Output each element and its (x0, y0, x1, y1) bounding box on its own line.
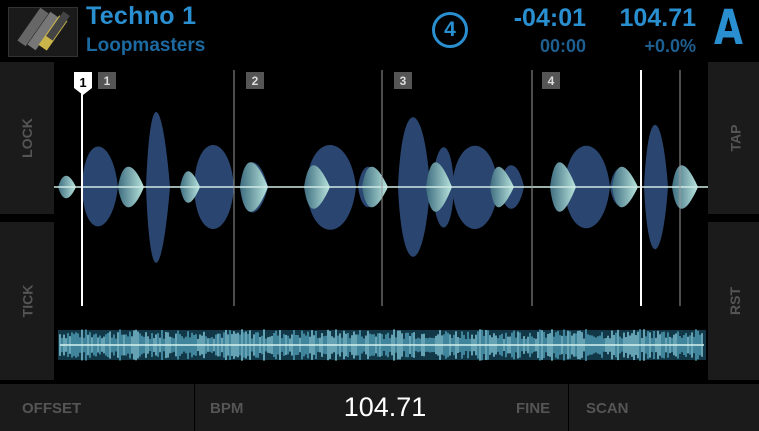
beat-labels: 1 2 3 4 (98, 72, 560, 89)
tap-label: TAP (727, 124, 743, 152)
pitch-value: +0.0% (644, 36, 696, 56)
footer-bar: OFFSET BPM 104.71 FINE SCAN (0, 384, 759, 431)
tap-button[interactable]: TAP (708, 62, 759, 214)
bpm-label[interactable]: BPM (210, 400, 243, 417)
fine-label[interactable]: FINE (516, 400, 550, 417)
beat-label-1: 1 (104, 74, 111, 88)
offset-label[interactable]: OFFSET (22, 400, 81, 417)
track-overview-strip[interactable] (58, 329, 706, 361)
beat-label-4: 4 (548, 74, 555, 88)
tick-button[interactable]: TICK (0, 222, 54, 380)
lock-button[interactable]: LOCK (0, 62, 54, 214)
deck-screen: Techno 1 Loopmasters 4 -04:01 00:00 104.… (0, 0, 759, 431)
beat-counter: 4 (432, 12, 468, 48)
time-elapsed: 00:00 (539, 36, 586, 56)
cue-point-label: 1 (79, 75, 86, 90)
beat-label-2: 2 (252, 74, 259, 88)
album-art (8, 7, 78, 57)
tick-label: TICK (18, 284, 35, 318)
bpm-value: 104.71 (343, 392, 427, 422)
scan-label[interactable]: SCAN (586, 400, 629, 417)
lock-label: LOCK (18, 118, 35, 158)
cue-point-marker[interactable]: 1 (74, 72, 92, 95)
beat-label-3: 3 (400, 74, 407, 88)
time-remaining: -04:01 (513, 4, 586, 32)
rst-label: RST (727, 287, 743, 315)
rst-button[interactable]: RST (708, 222, 759, 380)
waveform-display[interactable]: 1 1 2 3 4 (54, 62, 708, 378)
track-artist: Loopmasters (86, 35, 206, 56)
track-title: Techno 1 (86, 2, 197, 30)
deck-letter: A (714, 0, 743, 56)
header-bpm: 104.71 (619, 4, 696, 32)
